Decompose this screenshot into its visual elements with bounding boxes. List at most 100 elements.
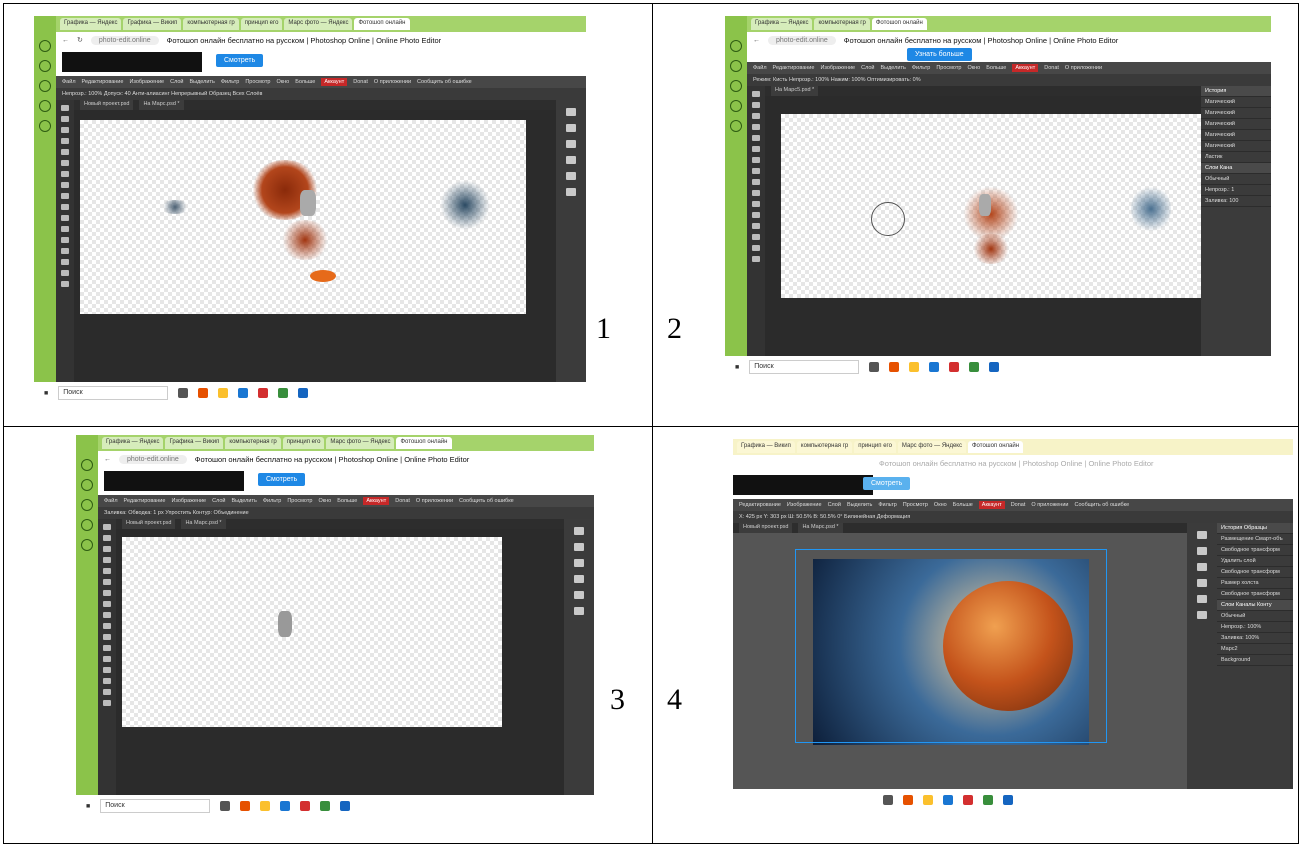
menu-item[interactable]: Donat (353, 79, 368, 85)
browser-tab[interactable]: Графика — Яндекс (60, 18, 122, 30)
browser-tabs: Графика — Яндекс Графика — Викип компьютер… (98, 435, 594, 451)
tools-panel[interactable] (98, 519, 116, 795)
screenshot-3: Графика — Яндекс Графика — Викип компьютер… (76, 435, 594, 817)
back-icon[interactable]: ← (753, 37, 760, 44)
browser-tab[interactable]: компьютерная гр (183, 18, 239, 30)
right-panel[interactable] (556, 100, 586, 382)
doc-tab[interactable]: На Марс.psd * (181, 519, 226, 529)
cell-label: 3 (610, 683, 625, 716)
taskbar (733, 789, 1293, 811)
windows-icon[interactable]: ■ (86, 803, 90, 810)
ad-button[interactable]: Смотреть (258, 473, 306, 486)
tools-panel[interactable] (56, 100, 74, 382)
options-bar[interactable]: Непрозр.: 100% Допуск: 40 Анти-алиасинг … (56, 88, 586, 100)
menu-bar: Файл Редактирование Изображение Слой Выделит… (98, 495, 594, 507)
document-tabs: Новый проект.psd На Марс.psd * (116, 519, 564, 529)
screenshot-1: Графика — Яндекс Графика — Викип компьют… (34, 16, 586, 404)
screenshot-2: Графика — Яндекс компьютерная гр Фотошоп… (725, 16, 1271, 378)
browser-tab[interactable]: Графика — Викип (123, 18, 182, 30)
ad-button[interactable]: Смотреть (216, 54, 264, 67)
cell-4: 4 Графика — Викип компьютерная гр принцип … (652, 426, 1299, 844)
address-bar: ← photo-edit.online Фотошоп онлайн беспл… (747, 32, 1271, 48)
screenshot-grid: Графика — Яндекс Графика — Викип компьют… (0, 0, 1302, 847)
taskbar-search[interactable]: Поиск (749, 360, 860, 374)
mars-fragment (971, 234, 1011, 264)
screenshot-4: Графика — Викип компьютерная гр принцип ег… (733, 439, 1293, 811)
browser-tab-active[interactable]: Фотошоп онлайн (871, 18, 927, 30)
windows-icon[interactable]: ■ (735, 364, 739, 371)
url-field[interactable]: photo-edit.online (90, 35, 159, 45)
menu-item[interactable]: Окно (276, 79, 289, 85)
ad-button[interactable]: Смотреть (863, 477, 911, 490)
cell-2: 2 Графика — Яндекс компьютерная гр Фотош… (652, 3, 1299, 427)
browser-tabs: Графика — Викип компьютерная гр принцип ег… (733, 439, 1293, 455)
workspace (74, 110, 556, 382)
canvas[interactable] (781, 114, 1201, 298)
back-icon[interactable]: ← (62, 37, 69, 44)
browser-tab[interactable]: компьютерная гр (814, 18, 870, 30)
options-bar[interactable]: Режим: Кисть Непрозр.: 100% Нажим: 100% … (747, 74, 1271, 86)
page-title: Фотошоп онлайн бесплатно на русском | Ph… (166, 35, 442, 45)
menu-item[interactable]: Изображение (129, 79, 164, 85)
refresh-icon[interactable]: ↻ (77, 36, 83, 44)
ad-button[interactable]: Узнать больше (907, 48, 972, 61)
ad-image (62, 52, 202, 72)
url-field[interactable]: photo-edit.online (119, 454, 187, 464)
mars-fragment (280, 220, 330, 260)
doc-tab[interactable]: На Марс.psd * (798, 523, 843, 533)
rocket-figure (979, 194, 991, 216)
menu-bar: Файл Редактирование Изображение Слой Выд… (56, 76, 586, 88)
taskbar: ■ Поиск (76, 795, 594, 817)
address-bar: Фотошоп онлайн бесплатно на русском | Ph… (733, 455, 1293, 471)
browser-tab[interactable]: Графика — Яндекс (751, 18, 813, 30)
doc-tab[interactable]: Новый проект.psd (739, 523, 793, 533)
browser-tab[interactable]: принцип его (240, 18, 283, 30)
menu-item[interactable]: Выделить (189, 79, 214, 85)
page-title: Фотошоп онлайн бесплатно на русском | Ph… (843, 35, 1119, 45)
menu-item[interactable]: О приложении (374, 79, 411, 85)
doc-tab[interactable]: Новый проект.psd (122, 519, 176, 529)
ad-banner: Смотреть (733, 471, 1293, 499)
transform-box[interactable] (795, 549, 1107, 743)
canvas[interactable] (122, 537, 502, 727)
url-field[interactable]: photo-edit.online (768, 35, 836, 45)
space-fragment (1131, 184, 1171, 234)
eraser-cursor (871, 202, 905, 236)
doc-tab[interactable]: Новый проект.psd (80, 100, 134, 110)
menu-item[interactable]: Больше (295, 79, 315, 85)
taskbar-search[interactable]: Поиск (100, 799, 211, 813)
rocket-figure (300, 190, 316, 216)
history-panel[interactable]: История Образцы Размещение Смарт-объ Сво… (1217, 523, 1293, 789)
menu-item[interactable]: Сообщить об ошибке (417, 79, 472, 85)
rocket-figure (278, 611, 292, 637)
browser-tab-active[interactable]: Фотошоп онлайн (354, 18, 410, 30)
taskbar: ■ Поиск (725, 356, 1271, 378)
windows-icon[interactable]: ■ (44, 390, 48, 397)
browser-sidebar (34, 16, 56, 382)
ad-banner: Смотреть (98, 467, 594, 495)
menu-item[interactable]: Слой (170, 79, 183, 85)
tools-panel[interactable] (747, 86, 765, 356)
right-panel[interactable] (1187, 523, 1217, 789)
doc-tab[interactable]: На Марс.psd * (139, 100, 184, 110)
taskbar-search[interactable]: Поиск (58, 386, 169, 400)
canvas[interactable] (80, 120, 526, 314)
workspace (765, 96, 1201, 356)
history-panel[interactable]: История Магический Магический Магический… (1201, 86, 1271, 356)
menu-item[interactable]: Редактирование (82, 79, 124, 85)
ad-banner: Узнать больше (747, 48, 1271, 62)
menu-item[interactable]: Просмотр (245, 79, 270, 85)
menu-item[interactable]: Фильтр (221, 79, 239, 85)
right-panel[interactable] (564, 519, 594, 795)
back-icon[interactable]: ← (104, 456, 111, 463)
options-bar[interactable]: X: 425 px Y: 303 px Ш: 50.5% В: 50.5% 0°… (733, 511, 1293, 523)
document-tabs: Новый проект.psd На Марс.psd * (733, 523, 1187, 533)
options-bar[interactable]: Заливка: Обводка: 1 px Упростить Контур:… (98, 507, 594, 519)
layer-background[interactable]: Background (1217, 655, 1293, 666)
menu-item[interactable]: Файл (62, 79, 76, 85)
menu-item-account[interactable]: Аккаунт (321, 78, 348, 86)
doc-tab[interactable]: На Марс5.psd * (771, 86, 819, 96)
workspace (116, 529, 564, 795)
layer-mars[interactable]: Марс2 (1217, 644, 1293, 655)
browser-tab[interactable]: Марс фото — Яндекс (284, 18, 353, 30)
